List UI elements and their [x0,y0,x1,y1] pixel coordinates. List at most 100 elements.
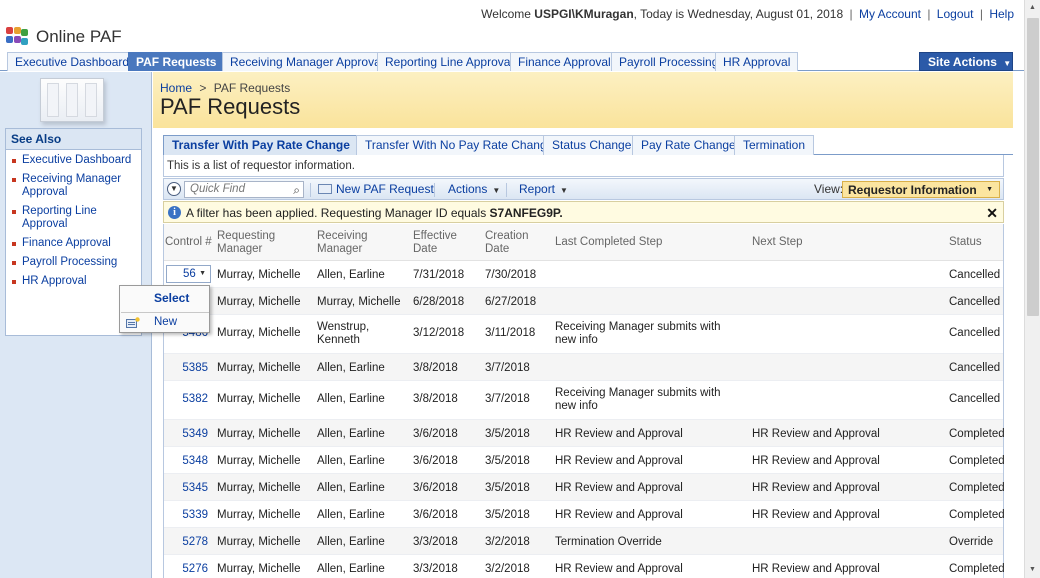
tab-payroll-processing[interactable]: Payroll Processing [611,52,727,71]
scroll-down-arrow-icon[interactable]: ▼ [1029,566,1036,573]
cell-status: Completed [949,455,1005,467]
tab-transfer-no-pay-rate-change[interactable]: Transfer With No Pay Rate Change [356,135,563,155]
table-row[interactable]: 5276 Murray, Michelle Allen, Earline 3/3/20… [164,555,1004,578]
new-paf-request-button[interactable]: New PAF Request [318,182,434,196]
table-row[interactable]: 56 ▼ Murray, Michelle Allen, Earline 7/31/20… [164,261,1003,288]
site-actions-button[interactable]: Site Actions ▼ [919,52,1013,71]
see-also-item[interactable]: Payroll Processing [12,256,141,269]
control-number-link[interactable]: 5348 [164,455,208,468]
tab-finance-approval[interactable]: Finance Approval [510,52,619,71]
search-icon[interactable]: ⌕ [293,183,300,198]
table-row[interactable]: 5486 Murray, Michelle Wenstrup, Kenneth 3/1… [164,315,1003,354]
cell-created: 3/2/2018 [485,563,530,575]
cell-eff: 3/6/2018 [413,482,458,494]
column-header-last-completed-step[interactable]: Last Completed Step [555,236,662,249]
menu-item-select[interactable]: Select [154,291,189,305]
menu-divider [121,312,209,313]
cell-recv: Allen, Earline [317,482,385,494]
requests-table: Control # Requesting Manager Receiving M… [163,224,1005,578]
table-row[interactable]: 5349 Murray, Michelle Allen, Earline 3/6/20… [164,420,1005,447]
column-header-effective-date[interactable]: Effective Date [413,230,469,255]
column-header-next-step[interactable]: Next Step [752,236,803,249]
cell-last: HR Review and Approval [555,428,683,440]
tab-hr-approval[interactable]: HR Approval [715,52,799,71]
view-select[interactable]: Requestor Information ▼ [842,181,1000,198]
nav-tab-bar: Executive Dashboard PAF Requests Receivi… [0,52,1024,71]
tab-receiving-manager-approval[interactable]: Receiving Manager Approval [222,52,392,71]
cell-next: HR Review and Approval [752,563,880,575]
see-also-item[interactable]: Executive Dashboard [12,154,141,167]
close-icon[interactable]: ✕ [986,205,998,222]
cell-recv: Murray, Michelle [317,296,401,308]
control-number-link[interactable]: 5349 [164,428,208,441]
new-item-icon [318,184,332,194]
logout-link[interactable]: Logout [937,7,974,21]
tab-executive-dashboard[interactable]: Executive Dashboard [7,52,138,71]
column-header-control[interactable]: Control # [165,236,212,249]
breadcrumb-home[interactable]: Home [160,81,192,95]
report-menu-button[interactable]: Report ▼ [519,182,568,196]
column-header-receiving-manager[interactable]: Receiving Manager [317,230,392,255]
table-row[interactable]: 5345 Murray, Michelle Allen, Earline 3/6/20… [164,474,1005,501]
control-number-link[interactable]: 5276 [164,563,208,576]
cell-eff: 3/8/2018 [413,362,458,374]
table-row[interactable]: 5382 Murray, Michelle Allen, Earline 3/8/20… [164,381,1003,420]
see-also-item[interactable]: Reporting Line Approval [12,205,141,231]
chevron-down-icon: ▼ [1003,59,1012,68]
column-header-requesting-manager[interactable]: Requesting Manager [217,230,297,255]
separator: | [849,7,853,21]
list-toolbar: ▼ Quick Find ⌕ New PAF Request Actions ▼ … [163,178,1004,200]
column-header-status[interactable]: Status [949,236,982,249]
cell-req: Murray, Michelle [217,362,301,374]
tab-paf-requests[interactable]: PAF Requests [128,52,225,71]
see-also-item[interactable]: Finance Approval [12,237,141,250]
separator: | [927,7,931,21]
chevron-down-icon[interactable]: ▼ [167,182,181,196]
table-row[interactable]: 5348 Murray, Michelle Allen, Earline 3/6/20… [164,447,1005,474]
help-link[interactable]: Help [989,7,1014,21]
filter-value: S7ANFEG9P. [489,206,563,220]
see-also-item[interactable]: Receiving Manager Approval [12,173,141,199]
tab-reporting-line-approval[interactable]: Reporting Line Approval [377,52,522,71]
vertical-scrollbar[interactable]: ▲ ▼ [1024,0,1040,578]
cell-last: HR Review and Approval [555,482,683,494]
tab-status-change[interactable]: Status Change [543,135,641,155]
item-context-menu: Select New [119,285,210,333]
tab-transfer-with-pay-rate-change[interactable]: Transfer With Pay Rate Change [163,135,359,155]
actions-menu-button[interactable]: Actions ▼ [448,182,500,196]
scroll-up-arrow-icon[interactable]: ▲ [1029,4,1036,11]
quick-find-input[interactable]: Quick Find ⌕ [184,181,304,198]
control-number-link[interactable]: 5385 [164,362,208,375]
cell-req: Murray, Michelle [217,393,301,405]
control-number-link[interactable]: 5382 [164,393,208,406]
welcome-bar: Welcome USPGI\KMuragan, Today is Wednesd… [0,0,1024,24]
table-row[interactable]: 5278 Murray, Michelle Allen, Earline 3/3/20… [164,528,1003,555]
control-number-link[interactable]: 5345 [164,482,208,495]
cell-created: 3/5/2018 [485,455,530,467]
my-account-link[interactable]: My Account [859,7,921,21]
cell-created: 3/5/2018 [485,509,530,521]
cell-eff: 3/8/2018 [413,393,458,405]
table-row[interactable]: Murray, Michelle Murray, Michelle 6/28/201… [164,288,1003,315]
new-item-icon [126,317,140,328]
cell-created: 6/27/2018 [485,296,537,308]
welcome-user: USPGI\KMuragan [534,7,634,21]
column-header-creation-date[interactable]: Creation Date [485,230,541,255]
menu-item-new[interactable]: New [154,316,177,328]
cell-last: HR Review and Approval [555,563,683,575]
chevron-down-icon: ▼ [986,186,993,193]
control-number-link[interactable]: 5278 [164,536,208,549]
scrollbar-thumb[interactable] [1027,18,1039,316]
cell-status: Cancelled [949,269,1001,281]
separator: | [979,7,983,21]
control-number-link[interactable]: 5339 [164,509,208,522]
table-row[interactable]: 5339 Murray, Michelle Allen, Earline 3/6/20… [164,501,1005,528]
cell-req: Murray, Michelle [217,296,301,308]
control-number-dropdown[interactable]: 56 ▼ [166,265,211,283]
cell-next: HR Review and Approval [752,455,880,467]
table-row[interactable]: 5385 Murray, Michelle Allen, Earline 3/8/20… [164,354,1003,381]
cell-next: HR Review and Approval [752,428,880,440]
cell-eff: 3/6/2018 [413,509,458,521]
tab-pay-rate-change[interactable]: Pay Rate Change [632,135,745,155]
tab-termination[interactable]: Termination [734,135,815,155]
